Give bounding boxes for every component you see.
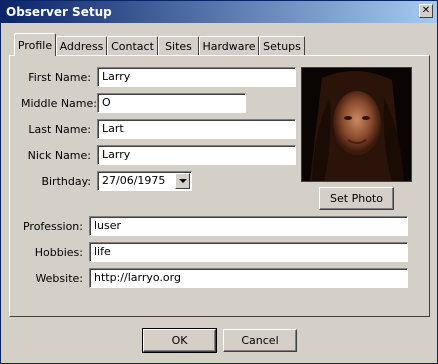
birthday-select[interactable]: 27/06/1975 xyxy=(97,171,192,191)
tab-address-label: Address xyxy=(59,39,104,53)
observer-setup-window: Observer Setup ✕ Profile Address Contact… xyxy=(0,0,438,364)
set-photo-label: Set Photo xyxy=(330,192,383,205)
middle-name-label: Middle Name: xyxy=(21,97,97,110)
tab-profile-label: Profile xyxy=(17,38,53,52)
tab-sites[interactable]: Sites xyxy=(158,36,199,55)
tab-profile[interactable]: Profile xyxy=(14,33,56,56)
first-name-label: First Name: xyxy=(28,71,91,84)
website-label: Website: xyxy=(35,272,83,285)
profession-field[interactable]: luser xyxy=(89,216,408,236)
profile-photo xyxy=(301,67,412,182)
tab-contact-label: Contact xyxy=(111,39,154,53)
birthday-value: 27/06/1975 xyxy=(102,174,166,187)
middle-name-field[interactable]: O xyxy=(97,93,246,113)
hobbies-field[interactable]: life xyxy=(89,242,408,262)
window-title: Observer Setup xyxy=(6,5,112,19)
close-icon: ✕ xyxy=(421,5,431,16)
cancel-label: Cancel xyxy=(241,334,279,347)
set-photo-button[interactable]: Set Photo xyxy=(319,187,394,210)
first-name-field[interactable]: Larry xyxy=(97,67,296,87)
tab-contact[interactable]: Contact xyxy=(107,36,158,55)
hobbies-label: Hobbies: xyxy=(34,246,83,259)
nick-name-field[interactable]: Larry xyxy=(97,145,296,165)
birthday-label: Birthday: xyxy=(41,175,91,188)
ok-label: OK xyxy=(171,334,188,347)
tab-address[interactable]: Address xyxy=(56,36,107,55)
tab-hardware-label: Hardware xyxy=(202,39,256,53)
last-name-label: Last Name: xyxy=(28,123,91,136)
ok-button[interactable]: OK xyxy=(142,328,217,353)
cancel-button[interactable]: Cancel xyxy=(223,329,297,352)
tab-setups[interactable]: Setups xyxy=(259,36,305,55)
tab-setups-label: Setups xyxy=(263,39,301,53)
title-bar[interactable]: Observer Setup ✕ xyxy=(1,1,437,23)
chevron-down-icon xyxy=(178,179,187,183)
close-button[interactable]: ✕ xyxy=(419,4,433,18)
last-name-field[interactable]: Lart xyxy=(97,119,296,139)
website-field[interactable]: http://larryo.org xyxy=(89,268,408,288)
tab-sites-label: Sites xyxy=(165,39,192,53)
tab-hardware[interactable]: Hardware xyxy=(199,36,259,55)
portrait-image xyxy=(302,68,411,181)
profession-label: Profession: xyxy=(22,220,83,233)
birthday-dropdown-button[interactable] xyxy=(175,173,190,189)
nick-name-label: Nick Name: xyxy=(27,149,91,162)
